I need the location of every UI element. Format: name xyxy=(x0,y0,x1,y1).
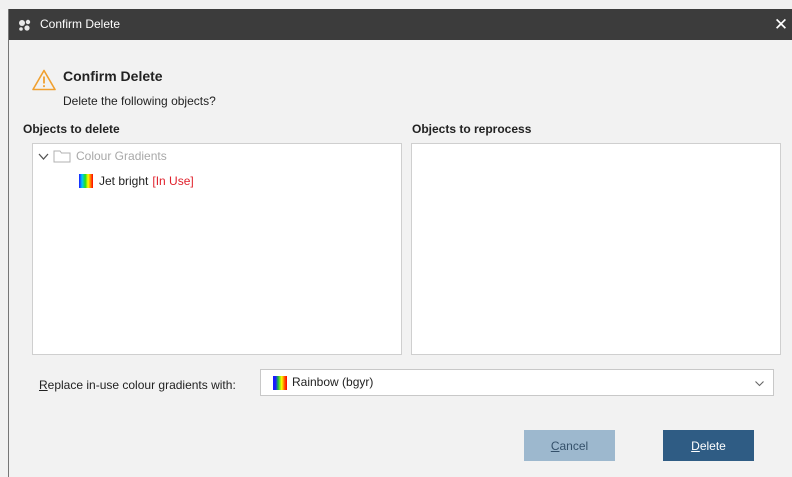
desktop-strip-left xyxy=(0,9,9,477)
delete-button[interactable]: Delete xyxy=(663,430,754,461)
objects-to-delete-label: Objects to delete xyxy=(23,122,120,136)
selected-gradient: Rainbow (bgyr) xyxy=(292,375,374,389)
replace-mnemonic: R xyxy=(39,378,48,392)
folder-label: Colour Gradients xyxy=(76,149,167,163)
tree-item-row[interactable]: Jet bright [In Use] xyxy=(79,174,194,188)
folder-icon xyxy=(53,150,71,163)
objects-to-delete-list[interactable]: Colour Gradients Jet bright [In Use] xyxy=(32,143,402,355)
tree-item-label: Jet bright xyxy=(99,174,149,188)
chevron-down-icon[interactable] xyxy=(37,150,50,163)
confirm-delete-dialog: Confirm Delete ✕ Confirm Delete Delete t… xyxy=(9,9,792,477)
chevron-down-icon xyxy=(755,381,764,387)
cancel-mnemonic: C xyxy=(550,438,560,453)
message-subheading: Delete the following objects? xyxy=(63,94,216,108)
replace-gradient-label: Replace in-use colour gradients with: xyxy=(39,378,236,392)
cancel-button[interactable]: Cancel xyxy=(524,430,615,461)
delete-label: elete xyxy=(699,438,726,453)
colour-gradient-icon xyxy=(79,174,93,188)
warning-triangle-icon xyxy=(32,69,56,91)
window-title: Confirm Delete xyxy=(40,17,121,31)
close-icon: ✕ xyxy=(773,15,789,34)
app-logo-icon xyxy=(19,19,31,31)
colour-gradient-icon xyxy=(273,376,287,390)
replace-label-text: eplace in-use colour gradients with: xyxy=(47,378,236,392)
tree-folder-row[interactable]: Colour Gradients xyxy=(37,149,167,163)
replacement-gradient-select[interactable]: Rainbow (bgyr) xyxy=(260,369,774,396)
in-use-badge: [In Use] xyxy=(152,174,194,188)
message-heading: Confirm Delete xyxy=(63,68,163,84)
objects-to-reprocess-label: Objects to reprocess xyxy=(412,122,532,136)
cancel-label: ancel xyxy=(559,438,589,453)
objects-to-reprocess-list[interactable] xyxy=(411,143,781,355)
delete-mnemonic: D xyxy=(691,438,700,453)
close-button[interactable]: ✕ xyxy=(770,9,792,40)
desktop-strip-top xyxy=(0,0,792,9)
title-bar: Confirm Delete ✕ xyxy=(9,9,792,40)
